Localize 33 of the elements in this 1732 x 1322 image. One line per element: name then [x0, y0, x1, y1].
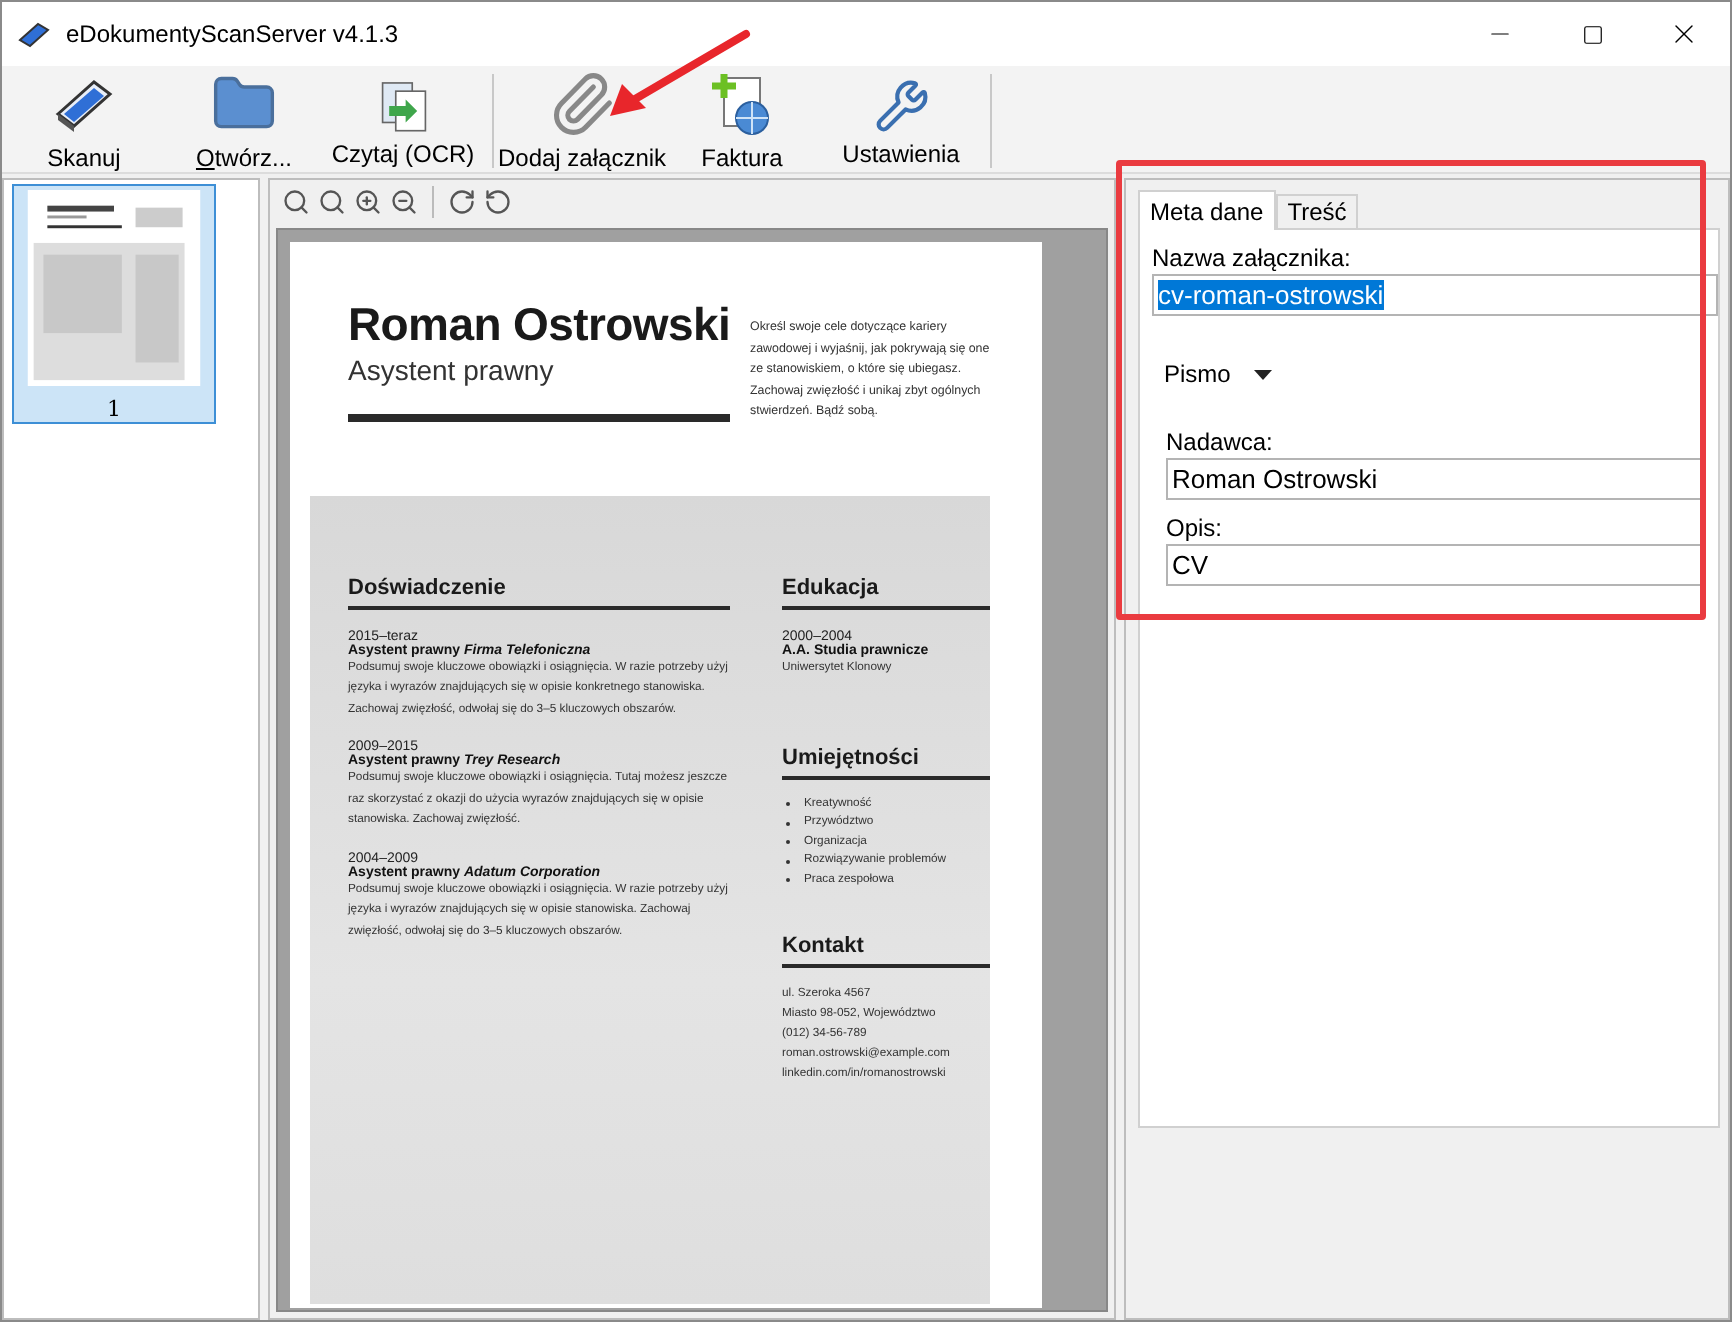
toolbar-button[interactable]: Czytaj (OCR) [324, 74, 494, 168]
input-field[interactable]: cv-roman-ostrowski [1152, 274, 1718, 316]
cv-subtitle: Asystent prawny [348, 354, 556, 386]
toolbar-button[interactable]: Otwórz... [164, 66, 324, 172]
field-label: Opis: [1166, 514, 1223, 542]
caret-icon [1254, 369, 1273, 379]
zoom-out-icon[interactable] [390, 188, 418, 216]
cv-name: Roman Ostrowski [348, 298, 730, 352]
paperclip-icon [548, 70, 616, 138]
section-heading: Edukacja [782, 575, 881, 599]
type-dropdown[interactable]: Pismo [1164, 360, 1273, 388]
zoom-in-icon[interactable] [354, 188, 382, 216]
field-label: Nazwa załącznika: [1152, 244, 1353, 272]
rotate-left-icon[interactable] [484, 188, 512, 216]
page-thumbnail[interactable]: 1 [12, 184, 216, 424]
maximize-icon[interactable] [1581, 23, 1603, 45]
section-heading: Kontakt [782, 934, 866, 958]
input-field[interactable]: Roman Ostrowski [1166, 458, 1702, 500]
section-heading: Doświadczenie [348, 575, 508, 599]
field-label: Nadawca: [1166, 428, 1273, 456]
window-title: eDokumentyScanServer v4.1.3 [66, 20, 401, 48]
zoom-icon[interactable] [282, 188, 310, 216]
toolbar-button[interactable]: Ustawienia [822, 74, 992, 168]
scanner-icon [18, 18, 50, 50]
actual-size-icon[interactable] [318, 188, 346, 216]
tab[interactable]: Treść [1275, 194, 1359, 228]
page-number: 1 [107, 396, 121, 422]
section-heading: Umiejętności [782, 745, 921, 769]
input-field[interactable]: CV [1166, 544, 1702, 586]
tab[interactable]: Meta dane [1138, 190, 1276, 230]
toolbar-button[interactable]: Skanuj [4, 66, 164, 172]
toolbar-button[interactable]: Dodaj załącznik [502, 66, 662, 172]
rotate-right-icon[interactable] [448, 188, 476, 216]
